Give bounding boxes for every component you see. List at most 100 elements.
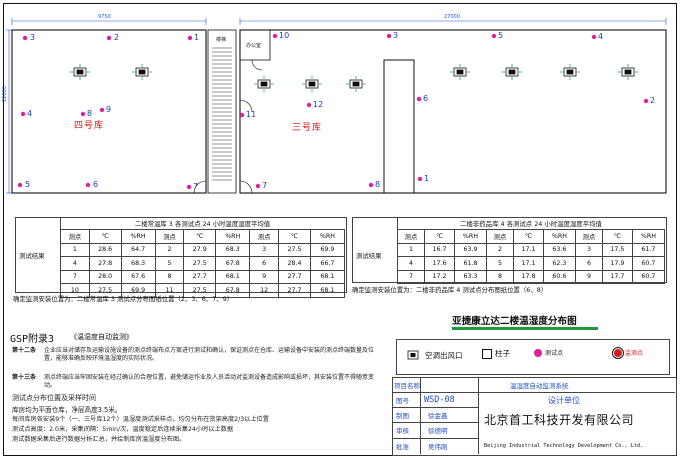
clause-12-label: 第十二条 [12,347,37,354]
point-label: 6 [423,94,429,103]
clause-12-text: 企业应当对储存及运输设施设备的测点终端布点方案进行测试和确认，保证测点在仓库、运… [44,347,375,362]
table-cell: 12 [249,283,280,298]
room-4-label: 四号库 [74,121,105,131]
note-line: 测试点分布位置及采样时间 [12,394,96,402]
note-line: 测试数据采集后进行数据分析汇总，并绘制库房温湿度分布图。 [12,436,186,443]
table-cell: 67.8 [215,256,251,271]
table-header-cell: 测点 [574,229,603,244]
note-line: 库房均为平面仓库，净层高度3.5米。 [12,406,122,414]
office-label: 办公室 [246,43,262,49]
table-cell: 27.9 [183,242,217,257]
table-header-cell: ℃ [424,229,455,244]
table-cell: 17.5 [601,242,633,257]
tb-drawing-no-label: 图号 [396,397,409,405]
table-cell: 27.7 [278,269,311,284]
tb-design-unit-label: 设计单位 [548,395,580,405]
table-cell: 8 [154,269,185,284]
tb-checker-value: 徐德明 [428,427,448,435]
point-label: 11 [246,110,257,119]
table-header-cell: %RH [309,229,346,244]
table-cell: 27.8 [88,256,122,271]
dim-right-width: 27000 [444,14,460,20]
table-cell: 1 [60,242,90,257]
floor-plan [6,18,667,194]
table-cell: 17.8 [513,269,544,284]
table1-row-header: 测试结果 [19,252,45,260]
table-cell: 69.9 [309,242,346,257]
stair-treads [212,47,232,181]
table-header-cell: 测点 [154,229,185,244]
table-cell: 17.2 [424,269,455,284]
drawing-title: 亚捷康立达二楼温湿度分布图 [452,316,577,327]
table2: 测点 ℃ %RH 测点 ℃ %RH 测点 ℃ %RH 1 16.7 63.9 2… [396,229,666,284]
table-row: 1 28.6 64.7 2 27.9 68.3 3 27.5 69.9 [60,242,346,257]
table-cell: 2 [154,242,185,257]
table-cell: 66.7 [309,256,346,271]
table-cell: 9 [249,269,280,284]
point-label: 12 [313,100,324,109]
table-header-cell: 测点 [485,229,515,244]
point-label: 8 [87,109,93,118]
table-cell: 60.7 [631,269,666,284]
point-label: 4 [598,32,604,41]
table-cell: 1 [396,242,426,257]
legend-test-point-label: 测试点 [545,350,564,357]
table-header-cell: %RH [453,229,487,244]
point-label: 2 [114,33,120,42]
table-header-cell: 测点 [60,229,90,244]
table-cell: 68.3 [215,242,251,257]
monitor-point-icon [612,346,624,359]
clause-13-text: 测点终端应当牢固安装在经过确认的合理位置，避免储运作业及人员活动对监测设备造成影… [44,374,375,389]
legend-column-label: 柱子 [495,349,510,358]
table-header-cell: 测点 [249,229,280,244]
point-label: 3 [30,33,36,42]
table-cell: 27.7 [183,269,217,284]
table-cell: 68.1 [309,283,346,298]
table-cell: 9 [574,269,603,284]
table1-note: 确定监测安装位置为：二楼常温库 3 测试点分布图纸位置（2、3、6、7、9） [13,295,234,303]
clause-13-label: 第十三条 [12,374,37,381]
table1-caption: 二楼常温库 3 各测试点 24 小时温度湿度平均值 [134,220,271,228]
legend-test-point: 测试点 [534,348,563,357]
table-cell: 4 [60,256,90,271]
table2-caption: 二楼非药品库 4 各测试点 24 小时温度湿度平均值 [460,220,602,228]
table-header-row: 测点 ℃ %RH 测点 ℃ %RH 测点 ℃ %RH [60,229,346,244]
tb-designer-label: 制图 [396,412,409,420]
legend-ac-label: 空调出风口 [425,350,463,360]
tb-vline-2 [478,377,479,454]
table-cell: 28.4 [278,256,311,271]
table-cell: 28.6 [88,242,122,257]
table-row: 7 28.0 67.6 8 27.7 68.1 9 27.7 68.1 [60,269,346,284]
point-label: 10 [279,31,290,40]
note-line: 测试点高度：2.0米，采集间隔：5min/次，温度稳定后连续采集24小时以上数据 [12,426,234,433]
table-cell: 63.6 [542,242,576,257]
table-cell: 17.1 [513,242,544,257]
point-label: 5 [498,31,504,40]
table-cell: 27.5 [183,256,217,271]
table-cell: 6 [249,256,280,271]
table-cell: 61.7 [631,242,666,257]
table-cell: 7 [396,269,426,284]
column-icon [482,348,492,359]
table-cell: 27.5 [278,242,311,257]
table-header-cell: %RH [120,229,156,244]
stairs-label: 楼梯 [216,37,227,43]
point-label: 2 [650,96,656,105]
gsp-title: GSP附录3 [10,334,55,345]
dim-height: 12000 [2,86,8,102]
table-row: 4 17.6 61.8 5 17.1 62.3 6 17.9 60.7 [396,256,666,271]
tb-approver-label: 批准 [396,443,409,451]
table-cell: 60.6 [542,269,576,284]
drawing-title-underline [452,327,598,330]
test-point-icon [534,348,542,357]
table-cell: 63.9 [453,242,487,257]
point-label: 1 [424,174,430,183]
tb-date-value: 吴伟刚 [428,443,448,451]
room-3-label: 三号库 [292,123,323,133]
test-point-dots [17,33,649,190]
table2-row-header: 测试结果 [356,252,382,260]
table-cell: 8 [485,269,515,284]
table-header-cell: ℃ [278,229,311,244]
ac-outlet-icon [407,350,419,360]
table-cell: 61.8 [453,256,487,271]
